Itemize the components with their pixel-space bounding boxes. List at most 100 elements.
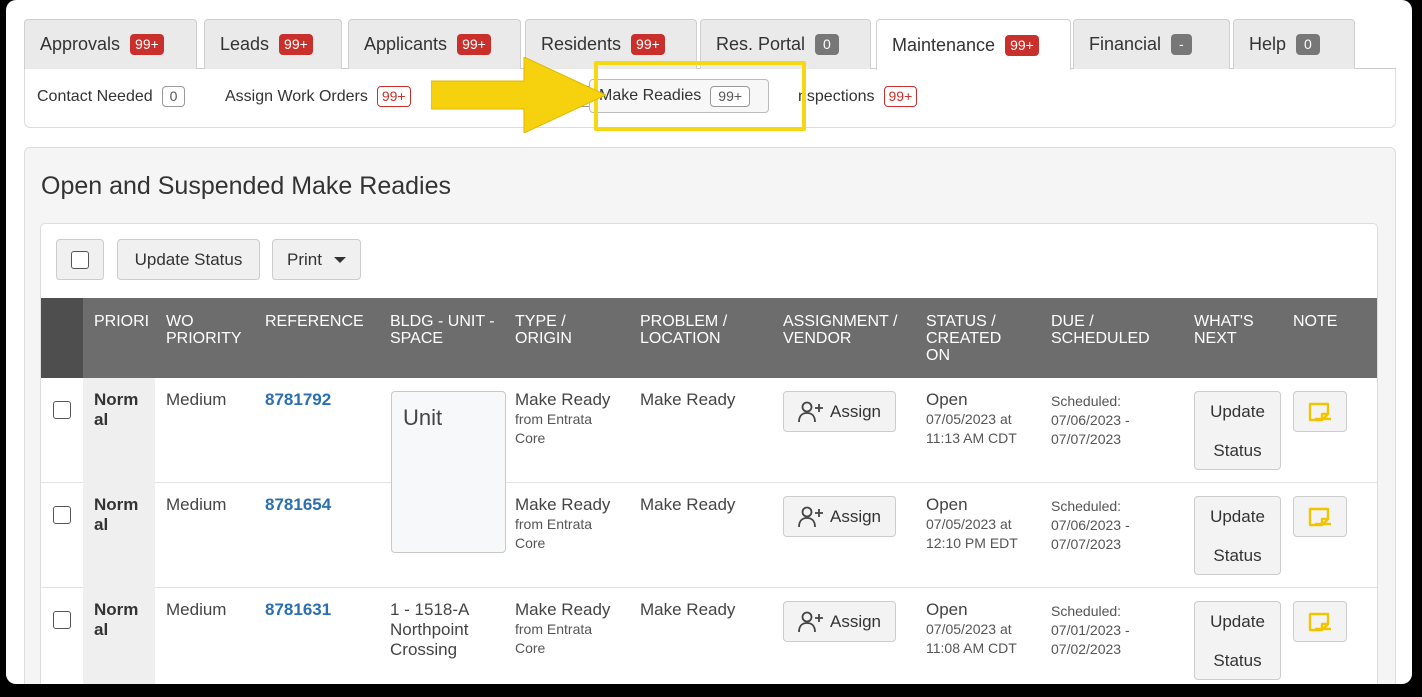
row-checkbox[interactable] — [53, 611, 71, 629]
subtab-badge: 99+ — [710, 85, 751, 107]
created-text: 07/05/2023 at — [926, 516, 1012, 532]
problem-value: Make Ready — [640, 495, 736, 514]
created-text: 11:13 AM CDT — [926, 430, 1017, 446]
header-select-cell — [41, 298, 83, 378]
reference-link[interactable]: 8781654 — [265, 495, 331, 515]
tab-help[interactable]: Help 0 — [1233, 19, 1355, 69]
update-label: Status — [1213, 545, 1262, 565]
wo-priority-value: Medium — [166, 390, 227, 409]
created-value: 07/05/2023 at 11:13 AM CDT — [926, 410, 1017, 448]
status-value: Open — [926, 390, 968, 409]
priority-text: Norm — [94, 390, 139, 409]
due-text: 07/06/2023 - — [1051, 412, 1130, 428]
tab-res-portal[interactable]: Res. Portal 0 — [700, 19, 871, 69]
note-icon — [1308, 507, 1331, 526]
print-dropdown[interactable]: Print — [272, 239, 361, 280]
tab-leads[interactable]: Leads 99+ — [204, 19, 342, 69]
col-type-origin[interactable]: TYPE / ORIGIN — [515, 313, 605, 347]
subtab-badge: 99+ — [376, 86, 411, 107]
reference-link[interactable]: 8781792 — [265, 390, 331, 410]
col-whats-next[interactable]: WHAT'S NEXT — [1194, 313, 1274, 347]
tab-label: Approvals — [40, 34, 121, 54]
tab-financial[interactable]: Financial - — [1073, 19, 1230, 69]
col-problem-location[interactable]: PROBLEM / LOCATION — [640, 313, 750, 347]
wo-priority-value: Medium — [166, 600, 227, 619]
problem-value: Make Ready — [640, 600, 736, 619]
work-orders-table-container: Update Status Print PRIORI WO PRIORITY R… — [40, 223, 1378, 684]
unit-select-box[interactable]: Unit — [391, 391, 506, 553]
note-button[interactable] — [1293, 496, 1347, 537]
user-plus-icon — [798, 611, 823, 632]
bldg-text: Crossing — [390, 640, 458, 659]
assign-button[interactable]: Assign — [783, 391, 896, 432]
update-status-button[interactable]: Update Status — [117, 239, 260, 280]
created-text: 07/05/2023 at — [926, 621, 1012, 637]
row-checkbox[interactable] — [53, 401, 71, 419]
origin-text: from Entrata — [515, 621, 593, 637]
col-priority[interactable]: PRIORI — [94, 313, 156, 330]
main-tabs: Approvals 99+ Leads 99+ Applicants 99+ R… — [24, 19, 1396, 70]
update-label: Status — [1213, 650, 1262, 670]
origin-text: from Entrata — [515, 411, 593, 427]
col-note[interactable]: NOTE — [1293, 313, 1353, 330]
tab-label: Res. Portal — [716, 34, 806, 54]
tab-label: Leads — [220, 34, 270, 54]
col-status-created[interactable]: STATUS / CREATED ON — [926, 313, 1021, 364]
tab-label: Help — [1249, 34, 1287, 54]
note-button[interactable] — [1293, 391, 1347, 432]
select-all-checkbox[interactable] — [71, 250, 89, 269]
table-row: Norm al Medium 8781654 Make Ready from E… — [41, 483, 1377, 588]
reference-link[interactable]: 8781631 — [265, 600, 331, 620]
origin-text: from Entrata — [515, 516, 593, 532]
priority-text: al — [94, 620, 109, 639]
assign-button[interactable]: Assign — [783, 496, 896, 537]
priority-text: al — [94, 515, 109, 534]
assign-button[interactable]: Assign — [783, 601, 896, 642]
bldg-text: Northpoint — [390, 620, 469, 639]
subtab-make-readies[interactable]: Make Readies 99+ — [589, 79, 769, 113]
app-window: Approvals 99+ Leads 99+ Applicants 99+ R… — [6, 0, 1412, 684]
col-due-scheduled[interactable]: DUE / SCHEDULED — [1051, 313, 1171, 347]
tab-maintenance[interactable]: Maintenance 99+ — [876, 19, 1071, 70]
update-label: Update — [1210, 611, 1265, 631]
select-all-button[interactable] — [56, 239, 104, 280]
col-bldg-unit-space[interactable]: BLDG - UNIT - SPACE — [390, 313, 502, 347]
update-label: Update — [1210, 401, 1265, 421]
origin-value: from Entrata Core — [515, 620, 592, 658]
due-text: Scheduled: — [1051, 498, 1122, 514]
caret-down-icon — [333, 256, 346, 263]
row-checkbox[interactable] — [53, 506, 71, 524]
origin-text: Core — [515, 535, 546, 551]
status-value: Open — [926, 495, 968, 514]
col-reference[interactable]: REFERENCE — [265, 313, 377, 330]
update-status-row-button[interactable]: Update Status — [1194, 601, 1281, 680]
update-status-row-button[interactable]: Update Status — [1194, 391, 1281, 470]
tab-badge: 99+ — [279, 34, 313, 55]
due-text: 07/06/2023 - — [1051, 517, 1130, 533]
status-value: Open — [926, 600, 968, 619]
table-row: Norm al Medium 8781792 Make Ready from E… — [41, 378, 1377, 483]
tab-badge: 99+ — [457, 34, 491, 55]
created-text: 12:10 PM EDT — [926, 535, 1018, 551]
subtab-inspections[interactable]: nspections 99+ — [798, 86, 918, 107]
problem-value: Make Ready — [640, 390, 736, 409]
update-status-row-button[interactable]: Update Status — [1194, 496, 1281, 575]
note-button[interactable] — [1293, 601, 1347, 642]
note-icon — [1308, 612, 1331, 631]
tab-badge: - — [1171, 34, 1192, 55]
bldg-text: 1 - 1518-A — [390, 600, 470, 619]
tab-label: Maintenance — [892, 34, 996, 55]
created-value: 07/05/2023 at 11:08 AM CDT — [926, 620, 1017, 658]
priority-value: Norm al — [94, 600, 154, 640]
subtab-assign-work-orders[interactable]: Assign Work Orders 99+ — [225, 86, 411, 107]
subtab-contact-needed[interactable]: Contact Needed 0 — [37, 86, 186, 107]
col-assignment-vendor[interactable]: ASSIGNMENT / VENDOR — [783, 313, 908, 347]
note-icon — [1308, 402, 1331, 421]
print-label: Print — [287, 249, 322, 269]
tab-approvals[interactable]: Approvals 99+ — [24, 19, 197, 69]
table-header: PRIORI WO PRIORITY REFERENCE BLDG - UNIT… — [41, 298, 1377, 378]
tab-label: Residents — [541, 34, 622, 54]
col-wo-priority[interactable]: WO PRIORITY — [166, 313, 256, 347]
origin-value: from Entrata Core — [515, 410, 592, 448]
tab-badge: 99+ — [631, 34, 665, 55]
